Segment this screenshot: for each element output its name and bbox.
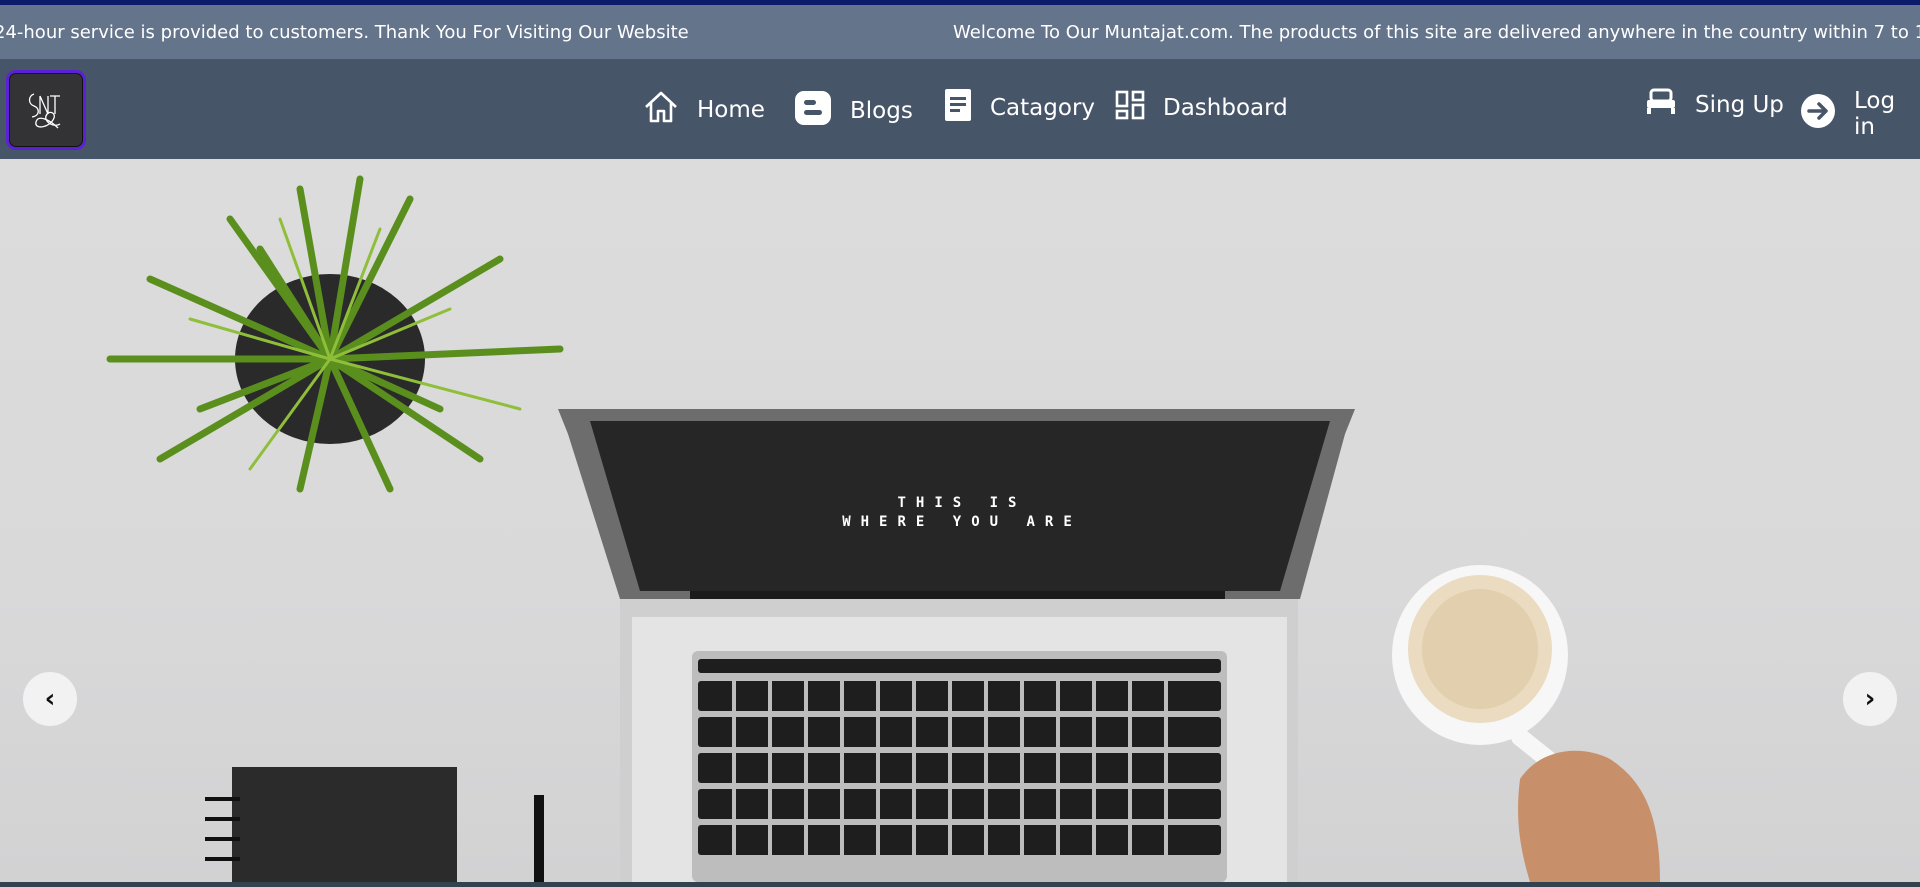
site-logo[interactable] — [6, 70, 86, 150]
chevron-right-icon: › — [1864, 684, 1876, 714]
announcement-text-right: Welcome To Our Muntajat.com. The product… — [953, 22, 1920, 43]
dashboard-icon — [1115, 90, 1145, 126]
coffee-cup-illustration — [1392, 565, 1569, 778]
blogger-icon — [794, 90, 832, 132]
notebook-illustration — [205, 767, 544, 882]
carousel-prev-button[interactable]: ‹ — [23, 672, 77, 726]
nav-sing-up[interactable]: Sing Up — [1645, 88, 1784, 122]
nav-catagory-label: Catagory — [990, 95, 1096, 121]
laptop-illustration — [558, 409, 1355, 882]
main-navbar: Home Blogs Catagory Dashboard Sing Up Lo… — [0, 59, 1920, 159]
user-bed-icon — [1645, 88, 1677, 122]
nav-sing-up-label: Sing Up — [1695, 92, 1784, 118]
laptop-screen-text: THIS IS WHERE YOU ARE — [842, 495, 1082, 530]
hero-carousel: THIS IS WHERE YOU ARE ‹ › — [0, 159, 1920, 882]
nav-log-in-label: Log in — [1854, 88, 1896, 140]
home-icon — [643, 90, 679, 130]
bottom-border — [0, 882, 1920, 887]
chevron-left-icon: ‹ — [44, 684, 56, 714]
logo-monogram-icon — [28, 93, 61, 129]
carousel-next-button[interactable]: › — [1843, 672, 1897, 726]
nav-catagory[interactable]: Catagory — [944, 88, 1095, 128]
nav-home-label: Home — [697, 97, 765, 123]
announcement-text-left: 24-hour service is provided to customers… — [0, 22, 689, 43]
nav-dashboard-label: Dashboard — [1163, 95, 1288, 121]
nav-blogs[interactable]: Blogs — [794, 90, 913, 132]
login-arrow-icon — [1800, 93, 1836, 135]
plant-illustration — [106, 175, 564, 493]
nav-log-in[interactable]: Log in — [1800, 88, 1920, 140]
announcement-marquee: 24-hour service is provided to customers… — [0, 5, 1920, 59]
document-icon — [944, 88, 972, 128]
hand-illustration — [1518, 750, 1660, 882]
nav-dashboard[interactable]: Dashboard — [1115, 90, 1288, 126]
nav-home[interactable]: Home — [643, 90, 765, 130]
nav-blogs-label: Blogs — [850, 98, 913, 124]
